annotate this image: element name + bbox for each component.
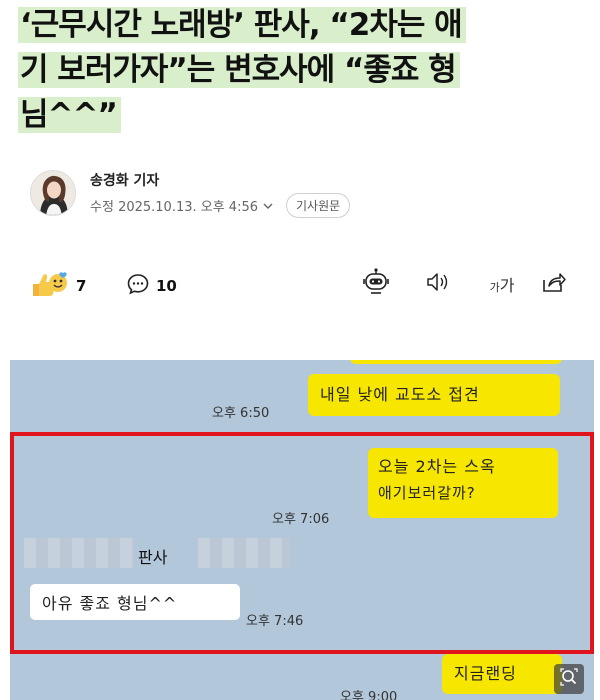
chat-time-1: 오후 6:50 [212,406,270,421]
robot-icon [361,267,391,301]
chat-bubble-1: 내일 낮에 교도소 접견 [308,374,560,416]
font-size-icon: 가가 [489,276,515,295]
speaker-icon [424,270,452,298]
sender-label: 판사 [138,548,168,567]
chat-reply-bubble: 아유 좋죠 형님^^ [30,584,240,620]
chat-time-3: 오후 7:46 [246,614,304,629]
font-size-button[interactable]: 가가 [480,268,524,300]
blurred-name-right [198,538,290,568]
share-icon [541,270,567,298]
reaction-emoji-icon [30,270,70,302]
byline: 송경화 기자 수정 2025.10.13. 오후 4:56 기사원문 [30,170,450,218]
summary-bot-button[interactable] [360,268,392,300]
headline-line-2: 기 보러가자”는 변호사에 “좋죠 형 [18,52,460,88]
reaction-button[interactable]: 7 [30,270,86,302]
original-article-button[interactable]: 기사원문 [286,193,351,218]
chat-time-4: 오후 9:00 [340,690,398,700]
chat-bubble-2-line-2: 애기보러갈까? [378,484,476,502]
chat-time-2: 오후 7:06 [272,512,330,527]
article-headline: ‘근무시간 노래방’ 판사, “2차는 애 기 보러가자”는 변호사에 “좋죠 … [18,6,588,141]
article-datetime: 2025.10.13. 오후 4:56 [118,200,259,215]
headline-line-3: 님^^” [18,97,121,133]
reaction-count: 7 [76,277,87,295]
text-to-speech-button[interactable] [422,268,454,300]
comment-icon [126,272,150,300]
chat-bubble-cut [350,360,562,364]
chat-bubble-4: 지금랜딩 [442,654,562,694]
chat-screenshot: 오후 6:50 내일 낮에 교도소 접견 오늘 2차는 스옥 애기보러갈까? 오… [10,360,594,700]
chat-bubble-2: 오늘 2차는 스옥 애기보러갈까? [368,448,558,518]
article-meta: 수정 2025.10.13. 오후 4:56 기사원문 [90,193,351,218]
chevron-down-icon[interactable] [262,200,274,212]
modified-label: 수정 [90,200,114,215]
article-action-bar: 7 10 가가 [30,268,575,304]
chat-bubble-2-line-1: 오늘 2차는 스옥 [378,457,496,476]
comment-button[interactable]: 10 [126,272,177,300]
share-button[interactable] [538,268,570,300]
comment-count: 10 [156,277,177,295]
blurred-name-left [24,538,134,568]
zoom-button[interactable] [554,664,584,694]
avatar[interactable] [30,170,76,216]
author-name[interactable]: 송경화 기자 [90,170,159,190]
zoom-icon [559,667,579,691]
headline-line-1: ‘근무시간 노래방’ 판사, “2차는 애 [18,7,466,43]
